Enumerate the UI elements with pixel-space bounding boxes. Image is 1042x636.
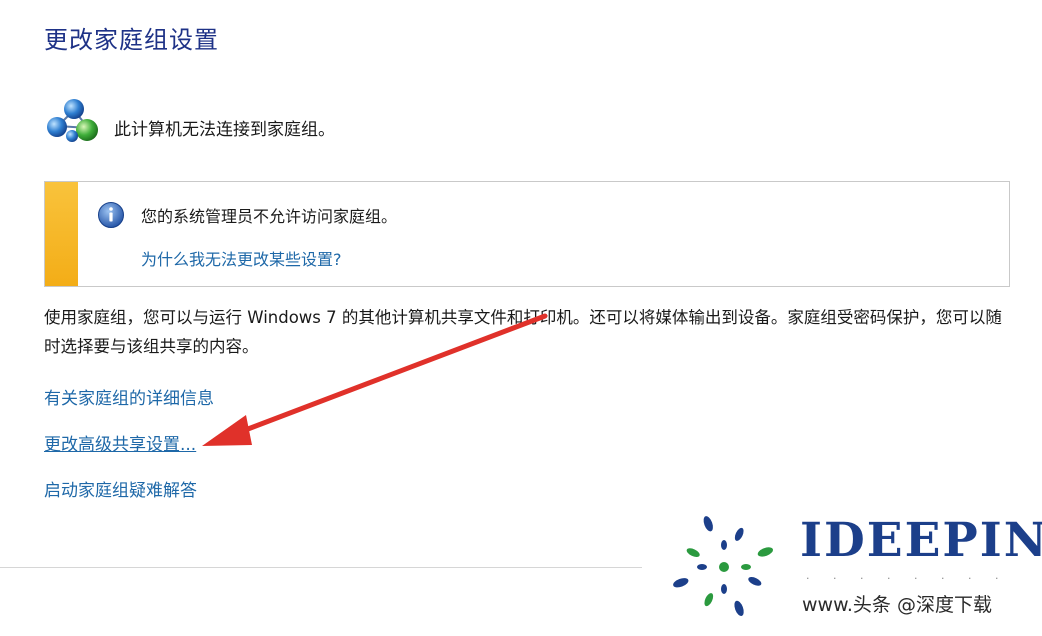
why-cant-change-link[interactable]: 为什么我无法更改某些设置?	[141, 246, 342, 270]
warning-stripe	[45, 182, 78, 286]
info-icon	[98, 202, 124, 228]
section-divider	[0, 567, 642, 568]
admin-notice-text: 您的系统管理员不允许访问家庭组。	[141, 207, 398, 226]
logo-subtitle-dots: · · · · · · · ·	[806, 572, 1009, 585]
homegroup-details-link[interactable]: 有关家庭组的详细信息	[44, 384, 214, 409]
homegroup-network-icon	[47, 99, 98, 142]
ideepin-logo-text: IDEEPIN	[800, 513, 1042, 568]
homegroup-troubleshooter-link[interactable]: 启动家庭组疑难解答	[44, 476, 197, 501]
connection-status-text: 此计算机无法连接到家庭组。	[114, 120, 335, 140]
watermark-caption: www.头条 @深度下载	[798, 590, 996, 617]
ideepin-logo-icon	[673, 516, 773, 616]
admin-notice-box: 您的系统管理员不允许访问家庭组。 为什么我无法更改某些设置?	[44, 181, 1010, 287]
advanced-sharing-settings-link[interactable]: 更改高级共享设置...	[44, 430, 196, 455]
page-title: 更改家庭组设置	[44, 26, 219, 54]
homegroup-description: 使用家庭组，您可以与运行 Windows 7 的其他计算机共享文件和打印机。还可…	[44, 308, 1002, 356]
homegroup-settings-page: 更改家庭组设置 此计算机无法连接到家庭组。 您的系统管理员不允许访问家庭组。 为…	[0, 0, 1042, 636]
